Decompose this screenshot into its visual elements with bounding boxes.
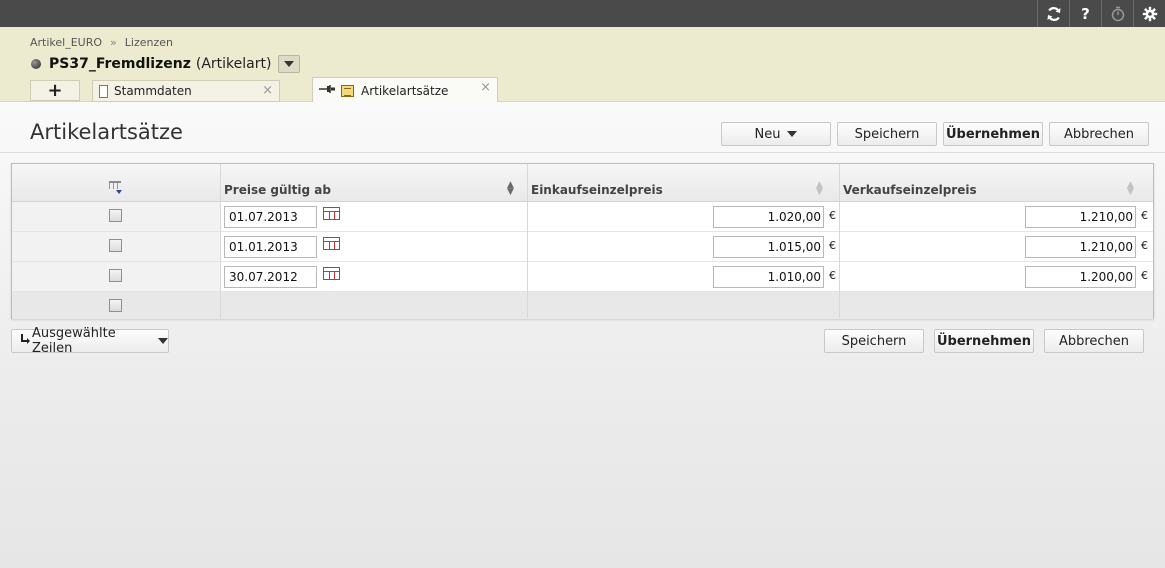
cancel-button[interactable]: Abbrechen: [1049, 122, 1149, 146]
page-title: Artikelartsätze: [30, 120, 183, 144]
chevron-down-icon: [787, 131, 798, 137]
sale-price-field[interactable]: 1.210,00: [1025, 206, 1136, 228]
save-button[interactable]: Speichern: [837, 122, 937, 146]
purchase-price-field[interactable]: 1.010,00: [713, 266, 824, 288]
currency-label: €: [1141, 239, 1148, 252]
column-header-purchase[interactable]: Einkaufseinzelpreis: [531, 183, 663, 197]
calendar-icon[interactable]: [323, 207, 340, 220]
breadcrumb-separator: »: [110, 36, 117, 49]
currency-label: €: [1141, 269, 1148, 282]
row-checkbox[interactable]: [109, 239, 122, 252]
tab-label: Stammdaten: [114, 84, 192, 98]
gear-icon[interactable]: [1133, 0, 1165, 27]
object-menu-button[interactable]: [278, 55, 301, 73]
currency-label: €: [829, 209, 836, 222]
object-name: PS37_Fremdlizenz: [49, 56, 191, 72]
close-icon[interactable]: ×: [480, 80, 491, 95]
calendar-icon[interactable]: [323, 237, 340, 250]
help-icon[interactable]: ?: [1069, 0, 1101, 27]
purchase-price-field[interactable]: 1.015,00: [713, 236, 824, 258]
table-row: 01.07.2013 1.020,00 € 1.210,00 €: [12, 202, 1153, 232]
chevron-down-icon: [158, 338, 168, 344]
grid-header: Preise gültig ab ▲ ▼ Einkaufseinzelpreis …: [12, 164, 1153, 202]
top-bar: ?: [0, 0, 1165, 27]
currency-label: €: [829, 269, 836, 282]
table-row: 01.01.2013 1.015,00 € 1.210,00 €: [12, 232, 1153, 262]
column-header-sale[interactable]: Verkaufseinzelpreis: [843, 183, 977, 197]
object-title-row: PS37_Fremdlizenz (Artikelart): [31, 55, 301, 73]
selected-rows-label: Ausgewählte Zeilen: [32, 326, 116, 356]
column-divider[interactable]: [839, 164, 840, 318]
tab-artikelartsaetze[interactable]: Artikelartsätze ×: [312, 77, 498, 103]
column-divider[interactable]: [220, 164, 221, 318]
date-field[interactable]: 01.07.2013: [224, 206, 317, 228]
sale-price-field[interactable]: 1.200,00: [1025, 266, 1136, 288]
page-icon: [99, 84, 108, 98]
selected-rows-button[interactable]: Ausgewählte Zeilen: [11, 326, 169, 356]
main-content: Artikelartsätze Neu Speichern Übernehmen…: [0, 102, 1165, 568]
divider: [0, 152, 1165, 153]
close-icon[interactable]: ×: [262, 83, 273, 98]
column-header-date[interactable]: Preise gültig ab: [224, 183, 331, 197]
currency-label: €: [1141, 209, 1148, 222]
top-bar-icons: ?: [1037, 0, 1165, 27]
row-checkbox[interactable]: [109, 209, 122, 222]
status-dot-icon: [31, 59, 41, 69]
column-divider[interactable]: [527, 164, 528, 318]
sale-price-field[interactable]: 1.210,00: [1025, 236, 1136, 258]
currency-label: €: [829, 239, 836, 252]
arrow-turn-icon: [20, 334, 30, 348]
sort-icon[interactable]: ▲ ▼: [507, 181, 514, 197]
pin-icon[interactable]: [319, 84, 335, 97]
data-grid: Preise gültig ab ▲ ▼ Einkaufseinzelpreis …: [11, 163, 1154, 319]
object-header: Artikel_EURO » Lizenzen PS37_Fremdlizenz (…: [0, 27, 1165, 103]
tab-stammdaten[interactable]: Stammdaten ×: [92, 80, 280, 102]
footer-apply-button[interactable]: Übernehmen: [934, 329, 1034, 353]
sort-icon[interactable]: ▲ ▼: [816, 181, 823, 197]
timer-icon[interactable]: [1101, 0, 1133, 27]
sort-icon[interactable]: ▲ ▼: [1127, 181, 1134, 197]
tab-label: Artikelartsätze: [361, 83, 449, 98]
breadcrumb-item[interactable]: Lizenzen: [125, 36, 173, 49]
new-button[interactable]: Neu: [721, 122, 831, 146]
table-row: 30.07.2012 1.010,00 € 1.200,00 €: [12, 262, 1153, 292]
breadcrumb: Artikel_EURO » Lizenzen: [30, 36, 173, 49]
date-field[interactable]: 30.07.2012: [224, 266, 317, 288]
calendar-icon[interactable]: [323, 267, 340, 280]
row-checkbox[interactable]: [109, 299, 122, 312]
date-field[interactable]: 01.01.2013: [224, 236, 317, 258]
row-checkbox[interactable]: [109, 269, 122, 282]
footer-save-button[interactable]: Speichern: [824, 329, 924, 353]
new-row: [12, 292, 1153, 319]
apply-button[interactable]: Übernehmen: [943, 122, 1043, 146]
column-selector-icon[interactable]: [109, 181, 122, 194]
add-tab-button[interactable]: +: [30, 80, 80, 101]
chevron-down-icon: [284, 61, 295, 67]
purchase-price-field[interactable]: 1.020,00: [713, 206, 824, 228]
refresh-icon[interactable]: [1037, 0, 1069, 27]
table-icon: [341, 84, 354, 97]
footer-cancel-button[interactable]: Abbrechen: [1044, 329, 1144, 353]
breadcrumb-item[interactable]: Artikel_EURO: [30, 36, 102, 49]
new-button-label: Neu: [754, 126, 781, 142]
object-type: (Artikelart): [195, 56, 272, 72]
